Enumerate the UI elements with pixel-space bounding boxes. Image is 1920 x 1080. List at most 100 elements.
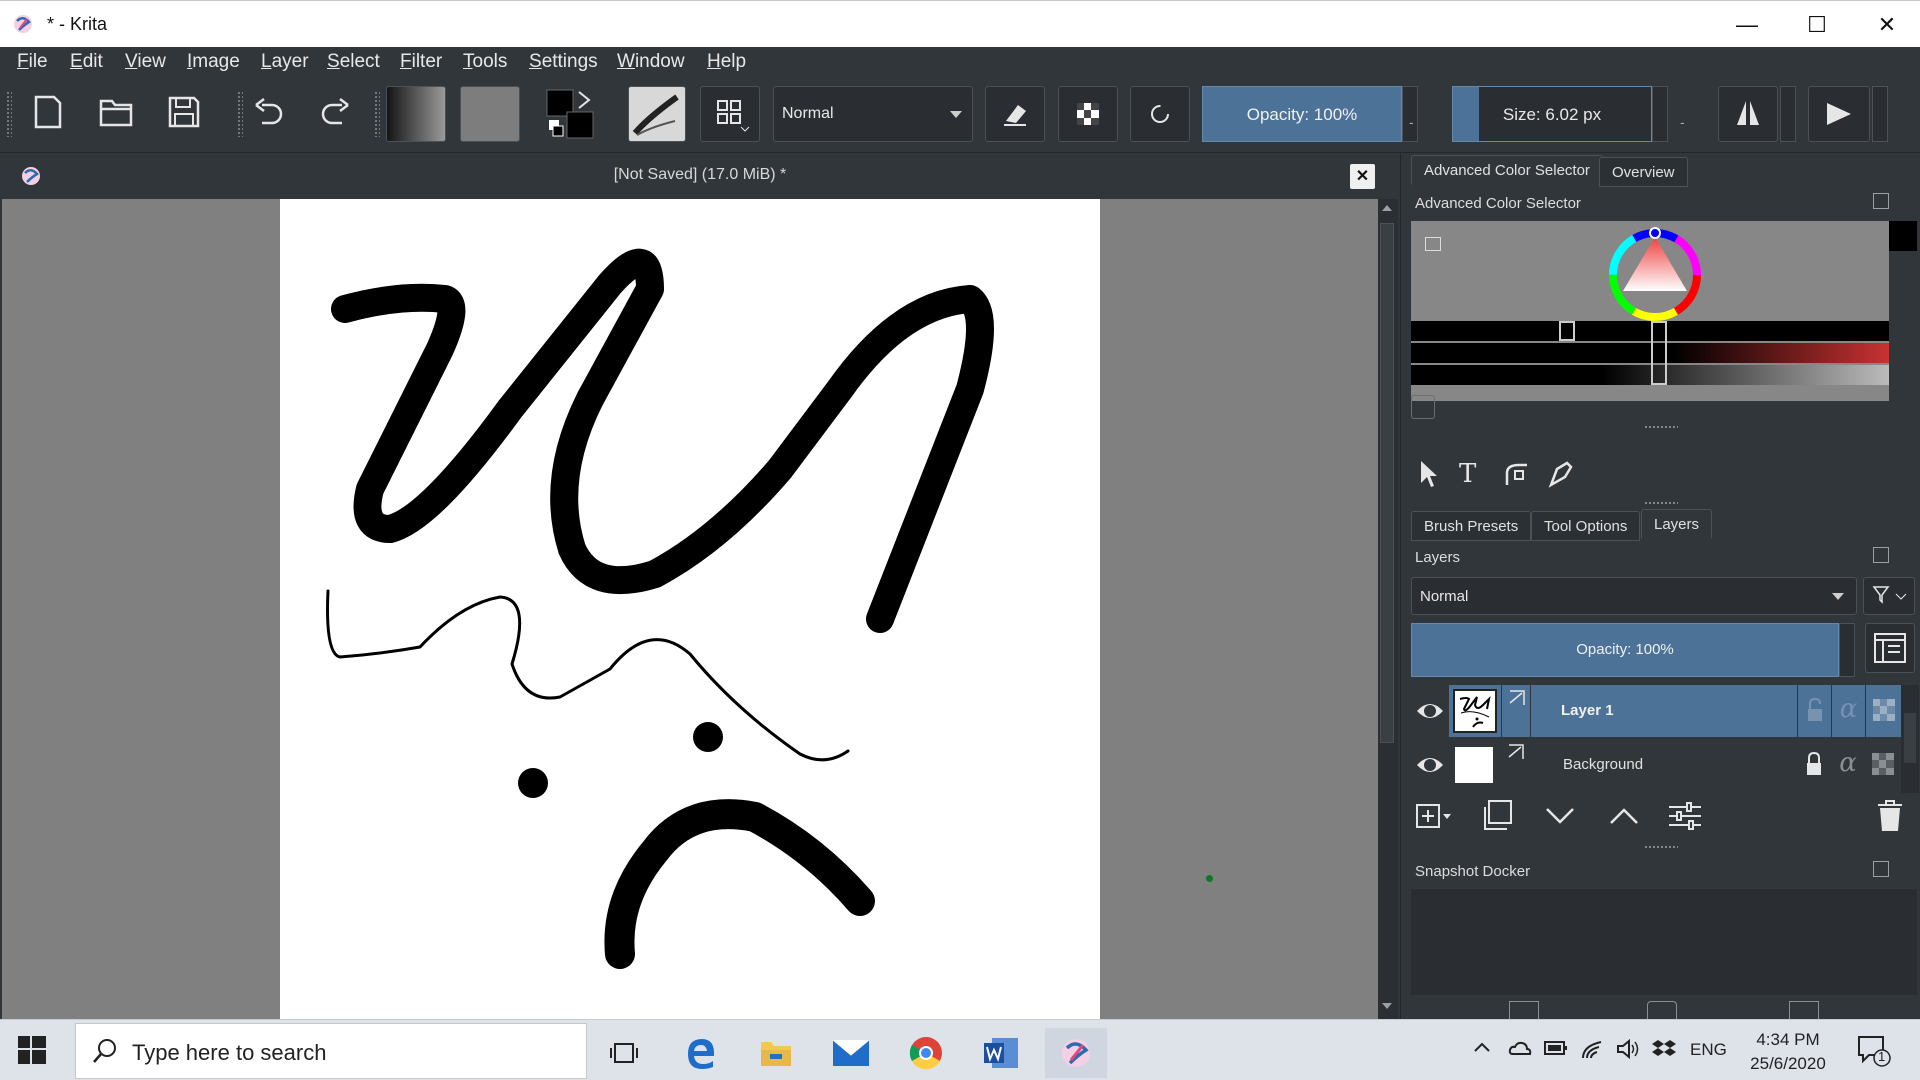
layer-lock-icon[interactable] (1797, 685, 1831, 737)
layer-visibility-icon[interactable] (1411, 685, 1449, 737)
menu-image[interactable]: Image (187, 51, 240, 73)
layer-opacity-spin[interactable] (1839, 623, 1855, 677)
file-explorer-icon[interactable] (745, 1028, 807, 1078)
scroll-up-icon[interactable] (1382, 205, 1392, 211)
delete-snapshot-icon[interactable] (1789, 1001, 1819, 1019)
close-window-button[interactable]: ✕ (1852, 1, 1920, 48)
reload-preset-icon[interactable] (1130, 86, 1190, 142)
color-wheel[interactable] (1603, 225, 1707, 325)
docker-float-close-icon[interactable] (1873, 861, 1920, 881)
scrollbar-thumb[interactable] (1904, 713, 1916, 763)
delete-layer-icon[interactable] (1875, 797, 1905, 833)
edit-shapes-icon[interactable] (1501, 459, 1531, 489)
layer-properties-icon[interactable] (1865, 623, 1915, 673)
menu-layer[interactable]: Layer (261, 51, 309, 73)
camera-icon[interactable] (1647, 1001, 1677, 1019)
menu-view[interactable]: View (125, 51, 166, 73)
duplicate-layer-icon[interactable] (1481, 799, 1515, 833)
undo-icon[interactable] (240, 84, 296, 140)
color-bar-marker[interactable] (1559, 321, 1575, 341)
minimize-button[interactable]: — (1712, 1, 1782, 48)
docker-splitter[interactable] (1644, 845, 1678, 849)
layer-row-background[interactable]: Background α (1411, 739, 1901, 791)
move-layer-down-icon[interactable] (1543, 799, 1577, 833)
alpha-lock-icon[interactable]: α (1831, 739, 1865, 791)
layer-visibility-icon[interactable] (1411, 739, 1449, 791)
toolbar-grip[interactable] (6, 91, 12, 137)
show-hidden-icons-chevron[interactable] (1472, 1038, 1492, 1063)
scrollbar-thumb[interactable] (1380, 223, 1394, 743)
task-view-icon[interactable] (593, 1028, 655, 1078)
brush-editor-icon[interactable] (700, 86, 760, 142)
brush-preset-icon[interactable] (628, 86, 686, 142)
opacity-slider[interactable]: Opacity: 100% (1202, 86, 1402, 142)
layer-blend-mode-select[interactable]: Normal (1411, 577, 1857, 615)
inherit-alpha-icon[interactable] (1865, 685, 1901, 737)
krita-taskbar-icon[interactable] (1045, 1028, 1107, 1078)
docker-splitter[interactable] (1644, 501, 1678, 505)
menu-select[interactable]: Select (327, 51, 380, 73)
layer-filter-icon[interactable] (1863, 577, 1915, 615)
chrome-browser-icon[interactable] (895, 1028, 957, 1078)
pattern-icon[interactable] (460, 86, 520, 142)
color-history-icon[interactable] (1411, 395, 1435, 419)
alpha-lock-icon[interactable]: α (1831, 685, 1865, 737)
notification-center-icon[interactable]: 1 (1856, 1034, 1892, 1068)
mirror-vertical-dropdown[interactable] (1872, 86, 1888, 142)
system-clock[interactable]: 4:34 PM 25/6/2020 (1738, 1028, 1838, 1076)
menu-filter[interactable]: Filter (400, 51, 442, 73)
text-tool-icon[interactable]: T (1459, 459, 1485, 489)
word-icon[interactable] (970, 1028, 1032, 1078)
mirror-horizontal-icon[interactable] (1718, 86, 1778, 142)
menu-help[interactable]: Help (707, 51, 746, 73)
color-bar-hue[interactable] (1411, 343, 1889, 363)
menu-file[interactable]: File (17, 51, 48, 73)
input-language[interactable]: ENG (1690, 1040, 1727, 1060)
edge-browser-icon[interactable] (670, 1028, 732, 1078)
tab-overview[interactable]: Overview (1599, 157, 1688, 187)
add-layer-icon[interactable] (1415, 799, 1455, 833)
tab-advanced-color-selector[interactable]: Advanced Color Selector (1411, 155, 1603, 185)
volume-icon[interactable] (1616, 1038, 1640, 1065)
layer-name[interactable]: Background (1563, 756, 1643, 773)
snapshot-list[interactable] (1411, 889, 1917, 995)
new-document-icon[interactable] (20, 84, 76, 140)
toolbar-grip[interactable] (374, 91, 380, 137)
redo-icon[interactable] (308, 84, 364, 140)
mirror-horizontal-dropdown[interactable] (1780, 86, 1796, 142)
layer-link-icon[interactable] (1501, 739, 1531, 791)
eraser-icon[interactable] (985, 86, 1045, 142)
dropbox-icon[interactable] (1652, 1038, 1676, 1065)
color-bar-saturation[interactable] (1411, 365, 1889, 385)
color-bar-marker[interactable] (1651, 321, 1667, 385)
size-decrease[interactable]: - (1680, 114, 1685, 130)
color-swap-icon[interactable] (543, 86, 599, 142)
canvas-viewport[interactable] (2, 199, 1378, 1019)
calligraphy-icon[interactable] (1545, 459, 1575, 489)
layers-scrollbar[interactable] (1901, 685, 1919, 793)
layer-name[interactable]: Layer 1 (1561, 702, 1614, 719)
drawing-canvas[interactable] (280, 199, 1100, 1019)
mail-icon[interactable] (820, 1028, 882, 1078)
close-document-button[interactable]: ✕ (1350, 164, 1375, 189)
save-icon[interactable] (156, 84, 212, 140)
layer-row-layer-1[interactable]: Layer 1 α (1411, 685, 1901, 737)
onedrive-icon[interactable] (1508, 1038, 1532, 1063)
gradient-icon[interactable] (386, 86, 446, 142)
size-slider[interactable]: Size: 6.02 px (1452, 86, 1652, 142)
menu-tools[interactable]: Tools (463, 51, 507, 73)
maximize-button[interactable]: ☐ (1782, 1, 1852, 48)
blend-mode-select[interactable]: Normal (773, 86, 973, 142)
menu-window[interactable]: Window (617, 51, 685, 73)
battery-icon[interactable] (1544, 1040, 1568, 1061)
preserve-alpha-icon[interactable] (1058, 86, 1118, 142)
taskbar-search-box[interactable]: Type here to search (75, 1023, 587, 1079)
color-bar-value[interactable] (1411, 321, 1889, 341)
layer-link-icon[interactable] (1501, 685, 1531, 737)
docker-float-close-icon[interactable] (1873, 547, 1920, 567)
layer-settings-icon[interactable] (1667, 799, 1703, 833)
color-selector-panel[interactable] (1411, 221, 1889, 401)
docker-float-close-icon[interactable] (1873, 193, 1920, 213)
docker-splitter[interactable] (1644, 425, 1678, 429)
inherit-alpha-icon[interactable] (1865, 739, 1901, 791)
